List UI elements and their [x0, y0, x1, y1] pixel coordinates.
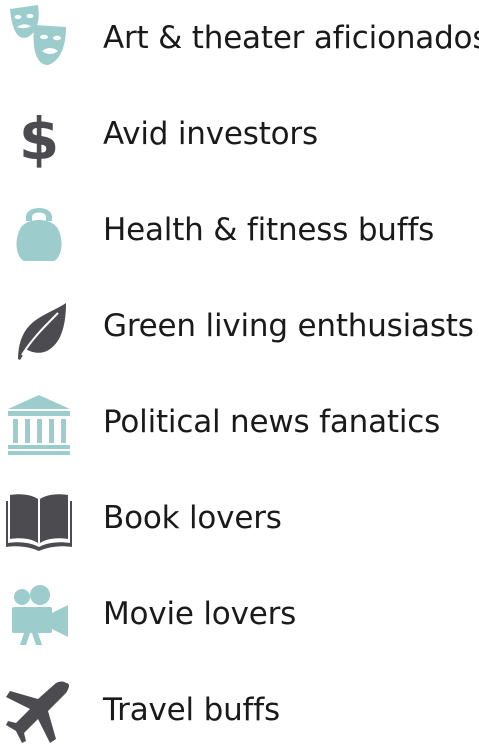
airplane-icon: [4, 677, 74, 747]
list-item: Movie lovers: [0, 576, 479, 656]
item-label: Health & fitness buffs: [103, 212, 435, 248]
item-label: Travel buffs: [103, 692, 280, 728]
svg-text:$: $: [19, 105, 59, 171]
list-item: $ Avid investors: [0, 96, 479, 176]
kettlebell-icon: [4, 197, 74, 267]
government-building-icon: [4, 389, 74, 459]
open-book-icon: [4, 485, 74, 555]
list-item: Art & theater aficionados: [0, 0, 479, 80]
list-item: Travel buffs: [0, 672, 479, 752]
item-label: Book lovers: [103, 500, 282, 536]
list-item: Book lovers: [0, 480, 479, 560]
item-label: Political news fanatics: [103, 404, 441, 440]
dollar-sign-icon: $: [4, 101, 74, 171]
movie-camera-icon: [4, 581, 74, 651]
leaf-icon: [4, 293, 74, 363]
item-label: Green living enthusiasts: [103, 308, 474, 344]
item-label: Movie lovers: [103, 596, 297, 632]
interest-list: Art & theater aficionados $ Avid investo…: [0, 0, 479, 743]
item-label: Avid investors: [103, 116, 318, 152]
item-label: Art & theater aficionados: [103, 20, 479, 56]
list-item: Political news fanatics: [0, 384, 479, 464]
list-item: Health & fitness buffs: [0, 192, 479, 272]
list-item: Green living enthusiasts: [0, 288, 479, 368]
theater-masks-icon: [4, 5, 74, 75]
